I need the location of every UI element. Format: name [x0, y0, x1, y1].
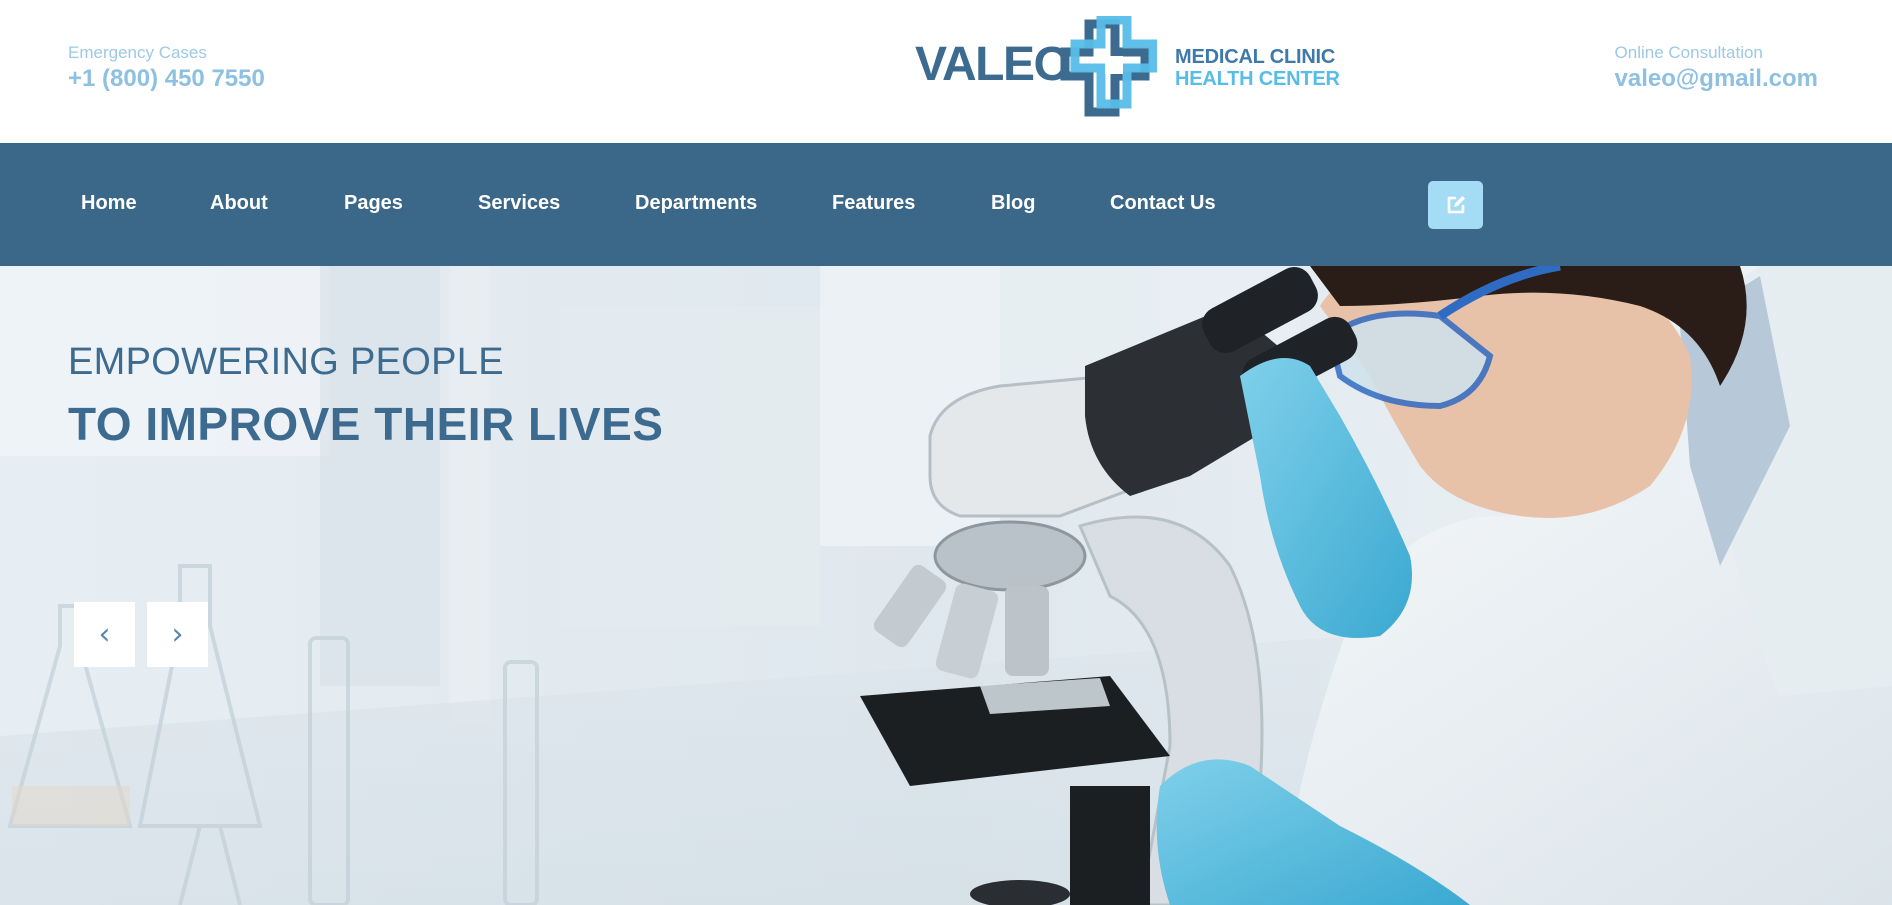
nav-item-about[interactable]: About: [210, 191, 268, 215]
logo-line-health-center: HEALTH CENTER: [1175, 68, 1340, 90]
nav-item-features[interactable]: Features: [832, 191, 915, 215]
logo-word: VALEO: [915, 38, 1071, 91]
top-header: Emergency Cases +1 (800) 450 7550 VALEO …: [0, 0, 1892, 143]
nav-item-contact-us[interactable]: Contact Us: [1110, 191, 1216, 215]
consultation-label: Online Consultation: [1614, 43, 1763, 62]
logo-line-medical-clinic: MEDICAL CLINIC: [1175, 46, 1336, 68]
slider-prev-button[interactable]: ‹: [74, 602, 135, 667]
slider-next-button[interactable]: ›: [147, 602, 208, 667]
emergency-label: Emergency Cases: [68, 43, 207, 62]
medical-cross-icon: [1060, 16, 1157, 117]
chevron-left-icon: ‹: [98, 617, 111, 652]
appointment-button[interactable]: [1428, 181, 1483, 229]
nav-item-home[interactable]: Home: [81, 191, 137, 215]
online-consultation: Online Consultation valeo@gmail.com: [1615, 43, 1818, 94]
main-nav: Home About Pages Services Departments Fe…: [0, 143, 1892, 266]
clinic-logo[interactable]: VALEO MEDICAL CLINIC HEALTH CENTER: [915, 16, 1340, 120]
consultation-email[interactable]: valeo@gmail.com: [1615, 64, 1818, 94]
nav-item-departments[interactable]: Departments: [635, 191, 757, 215]
hero-title: TO IMPROVE THEIR LIVES: [68, 398, 664, 450]
hero-slider: EMPOWERING PEOPLE TO IMPROVE THEIR LIVES…: [0, 266, 1892, 905]
emergency-contact: Emergency Cases +1 (800) 450 7550: [68, 43, 265, 94]
nav-item-services[interactable]: Services: [478, 191, 560, 215]
logo-tagline: MEDICAL CLINIC HEALTH CENTER: [1175, 46, 1340, 90]
edit-icon: [1447, 196, 1465, 214]
emergency-phone[interactable]: +1 (800) 450 7550: [68, 64, 265, 94]
chevron-right-icon: ›: [171, 617, 184, 652]
hero-subtitle: EMPOWERING PEOPLE: [68, 341, 504, 383]
nav-item-blog[interactable]: Blog: [991, 191, 1035, 215]
nav-item-pages[interactable]: Pages: [344, 191, 403, 215]
